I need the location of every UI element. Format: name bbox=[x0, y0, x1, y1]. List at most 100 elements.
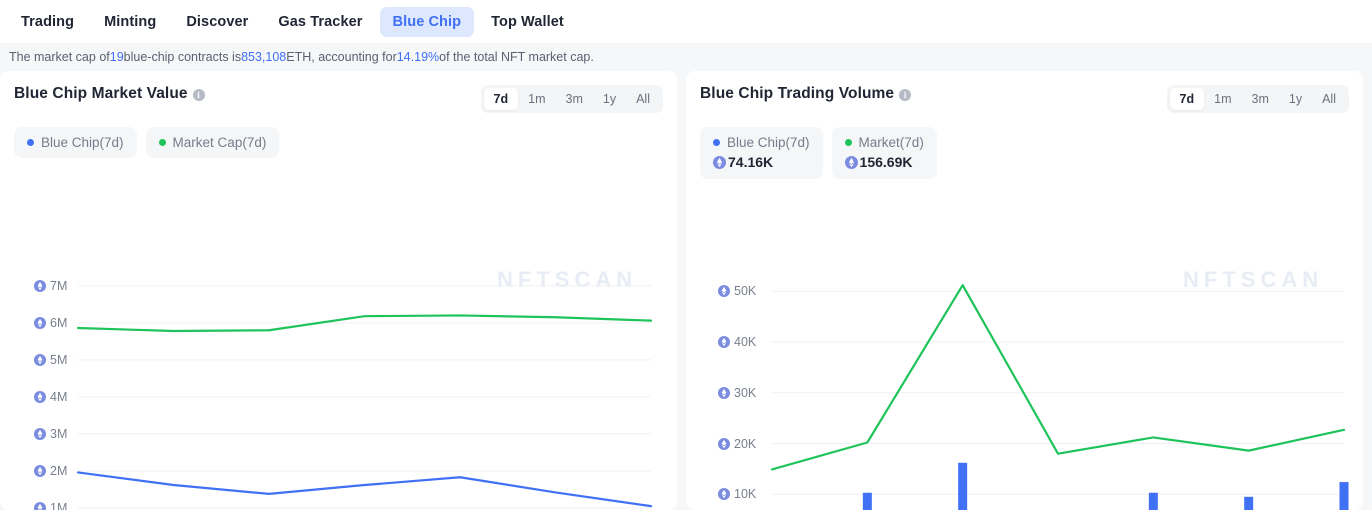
legend-right: Blue Chip(7d) 74.16K Market(7d) bbox=[686, 113, 1363, 179]
legend-item-market-right[interactable]: Market(7d) 156.69K bbox=[832, 127, 937, 179]
range-btn-all-left[interactable]: All bbox=[626, 88, 660, 110]
summary-text-part2: blue-chip contracts is bbox=[124, 50, 241, 64]
eth-token-icon bbox=[718, 387, 730, 399]
left-panel-title-group: Blue Chip Market Value i bbox=[14, 85, 205, 103]
eth-token-icon bbox=[34, 317, 46, 329]
y-axis-tick-7M: 7M bbox=[34, 279, 67, 293]
legend-label-market-cap-left: Market Cap(7d) bbox=[173, 135, 267, 150]
range-btn-1y-left[interactable]: 1y bbox=[593, 88, 626, 110]
summary-contract-count[interactable]: 19 bbox=[110, 50, 124, 64]
range-btn-1m-right[interactable]: 1m bbox=[1204, 88, 1241, 110]
legend-left: Blue Chip(7d) Market Cap(7d) bbox=[0, 113, 677, 158]
right-panel-title-group: Blue Chip Trading Volume i bbox=[700, 85, 911, 103]
eth-token-icon bbox=[845, 156, 858, 169]
legend-label-blue-chip-right: Blue Chip(7d) bbox=[727, 135, 810, 150]
y-axis-tick-label: 3M bbox=[50, 427, 67, 441]
market-cap-summary: The market cap of 19 blue-chip contracts… bbox=[0, 43, 1372, 71]
legend-item-blue-chip-left[interactable]: Blue Chip(7d) bbox=[14, 127, 137, 158]
legend-value-market: 156.69K bbox=[860, 154, 913, 170]
summary-percent-value[interactable]: 14.19% bbox=[397, 50, 439, 64]
nav-tab-minting[interactable]: Minting bbox=[91, 7, 169, 37]
legend-label-blue-chip-left: Blue Chip(7d) bbox=[41, 135, 124, 150]
eth-token-icon bbox=[34, 465, 46, 477]
y-axis-tick-label: 1M bbox=[50, 501, 67, 510]
info-icon[interactable]: i bbox=[193, 89, 205, 101]
y-axis-tick-4M: 4M bbox=[34, 390, 67, 404]
nav-tab-discover[interactable]: Discover bbox=[173, 7, 261, 37]
bar-27[interactable] bbox=[863, 493, 872, 510]
panel-blue-chip-market-value: Blue Chip Market Value i 7d 1m 3m 1y All… bbox=[0, 71, 677, 510]
bar-30[interactable] bbox=[1149, 493, 1158, 510]
line-series-blue-chip-7d-[interactable] bbox=[78, 472, 651, 506]
left-panel-header: Blue Chip Market Value i 7d 1m 3m 1y All bbox=[0, 71, 677, 113]
page-title-right: Blue Chip Trading Volume bbox=[700, 85, 894, 103]
eth-token-icon bbox=[34, 354, 46, 366]
legend-value-row-blue-chip: 74.16K bbox=[713, 154, 810, 170]
eth-token-icon bbox=[34, 428, 46, 440]
nav-tab-blue-chip[interactable]: Blue Chip bbox=[380, 7, 475, 37]
y-axis-tick-30K: 30K bbox=[718, 386, 756, 400]
y-axis-tick-2M: 2M bbox=[34, 464, 67, 478]
eth-token-icon bbox=[718, 488, 730, 500]
y-axis-tick-3M: 3M bbox=[34, 427, 67, 441]
line-series-market-7d-[interactable] bbox=[772, 285, 1344, 469]
legend-item-blue-chip-right[interactable]: Blue Chip(7d) 74.16K bbox=[700, 127, 823, 179]
y-axis-tick-20K: 20K bbox=[718, 437, 756, 451]
right-panel-header: Blue Chip Trading Volume i 7d 1m 3m 1y A… bbox=[686, 71, 1363, 113]
eth-token-icon bbox=[34, 280, 46, 292]
line-series-market-cap-7d-[interactable] bbox=[78, 315, 651, 331]
legend-item-market-cap-left[interactable]: Market Cap(7d) bbox=[146, 127, 280, 158]
legend-label-market-right: Market(7d) bbox=[859, 135, 924, 150]
range-btn-1y-right[interactable]: 1y bbox=[1279, 88, 1312, 110]
y-axis-tick-label: 50K bbox=[734, 284, 756, 298]
bar-2[interactable] bbox=[1340, 482, 1349, 510]
range-selector-right: 7d 1m 3m 1y All bbox=[1167, 85, 1349, 113]
y-axis-tick-label: 4M bbox=[50, 390, 67, 404]
y-axis-tick-label: 7M bbox=[50, 279, 67, 293]
watermark-left: NFTSCAN bbox=[497, 267, 637, 293]
summary-text-part4: of the total NFT market cap. bbox=[439, 50, 594, 64]
summary-market-cap-value[interactable]: 853,108 bbox=[241, 50, 286, 64]
eth-token-icon bbox=[718, 438, 730, 450]
range-btn-7d-left[interactable]: 7d bbox=[484, 88, 519, 110]
legend-dot-green-icon bbox=[845, 139, 852, 146]
y-axis-tick-label: 40K bbox=[734, 335, 756, 349]
range-btn-1m-left[interactable]: 1m bbox=[518, 88, 555, 110]
y-axis-tick-6M: 6M bbox=[34, 316, 67, 330]
y-axis-tick-5M: 5M bbox=[34, 353, 67, 367]
page-title-left: Blue Chip Market Value bbox=[14, 85, 188, 103]
y-axis-tick-10K: 10K bbox=[718, 487, 756, 501]
charts-container: Blue Chip Market Value i 7d 1m 3m 1y All… bbox=[0, 71, 1372, 510]
bar-28[interactable] bbox=[958, 463, 967, 510]
eth-token-icon bbox=[718, 285, 730, 297]
eth-token-icon bbox=[34, 502, 46, 510]
nav-tab-trading[interactable]: Trading bbox=[8, 7, 87, 37]
summary-text-part3: ETH, accounting for bbox=[286, 50, 396, 64]
watermark-right: NFTSCAN bbox=[1183, 267, 1323, 293]
y-axis-tick-40K: 40K bbox=[718, 335, 756, 349]
main-navbar: Trading Minting Discover Gas Tracker Blu… bbox=[0, 0, 1372, 43]
range-btn-all-right[interactable]: All bbox=[1312, 88, 1346, 110]
bar-Jul[interactable] bbox=[1244, 497, 1253, 510]
panel-blue-chip-trading-volume: Blue Chip Trading Volume i 7d 1m 3m 1y A… bbox=[686, 71, 1363, 510]
legend-value-row-market: 156.69K bbox=[845, 154, 924, 170]
nav-tab-gas-tracker[interactable]: Gas Tracker bbox=[265, 7, 375, 37]
eth-token-icon bbox=[718, 336, 730, 348]
legend-dot-blue-icon bbox=[27, 139, 34, 146]
y-axis-tick-50K: 50K bbox=[718, 284, 756, 298]
legend-value-blue-chip: 74.16K bbox=[728, 154, 773, 170]
range-btn-7d-right[interactable]: 7d bbox=[1170, 88, 1205, 110]
y-axis-tick-label: 10K bbox=[734, 487, 756, 501]
eth-token-icon bbox=[34, 391, 46, 403]
range-btn-3m-right[interactable]: 3m bbox=[1242, 88, 1279, 110]
range-btn-3m-left[interactable]: 3m bbox=[556, 88, 593, 110]
info-icon[interactable]: i bbox=[899, 89, 911, 101]
y-axis-tick-1M: 1M bbox=[34, 501, 67, 510]
y-axis-tick-label: 6M bbox=[50, 316, 67, 330]
y-axis-tick-label: 20K bbox=[734, 437, 756, 451]
nav-tab-top-wallet[interactable]: Top Wallet bbox=[478, 7, 577, 37]
legend-dot-blue-icon bbox=[713, 139, 720, 146]
range-selector-left: 7d 1m 3m 1y All bbox=[481, 85, 663, 113]
y-axis-tick-label: 30K bbox=[734, 386, 756, 400]
summary-text-part1: The market cap of bbox=[9, 50, 110, 64]
